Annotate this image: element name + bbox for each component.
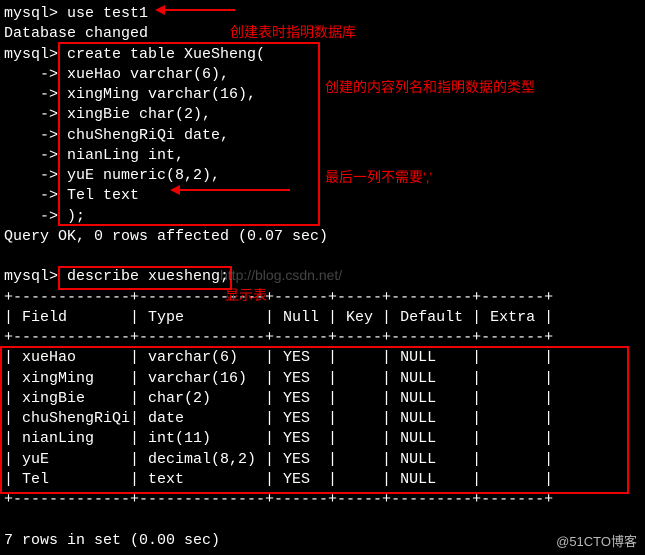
table-header: | Field | Type | Null | Key | Default | … [4, 308, 641, 328]
annotation-text-last-col: 最后一列不需要',' [325, 168, 432, 187]
annotation-text-db: 创建表时指明数据库 [230, 23, 356, 42]
arrow-icon [150, 0, 240, 20]
terminal-line: 7 rows in set (0.00 sec) [4, 531, 641, 551]
terminal-blank [4, 247, 641, 267]
footer-watermark: @51CTO博客 [556, 533, 637, 551]
terminal-blank [4, 510, 641, 530]
annotation-box-table-body [0, 346, 629, 494]
annotation-text-columns: 创建的内容列名和指明数据的类型 [325, 78, 535, 97]
terminal-line: Query OK, 0 rows affected (0.07 sec) [4, 227, 641, 247]
terminal-line: mysql> use test1 [4, 4, 641, 24]
arrow-icon [165, 180, 295, 200]
table-separator: +-------------+--------------+------+---… [4, 288, 641, 308]
annotation-box-describe [58, 266, 232, 290]
annotation-text-show-table: 显示表 [225, 286, 267, 305]
watermark-text: http://blog.csdn.net/ [220, 266, 342, 285]
